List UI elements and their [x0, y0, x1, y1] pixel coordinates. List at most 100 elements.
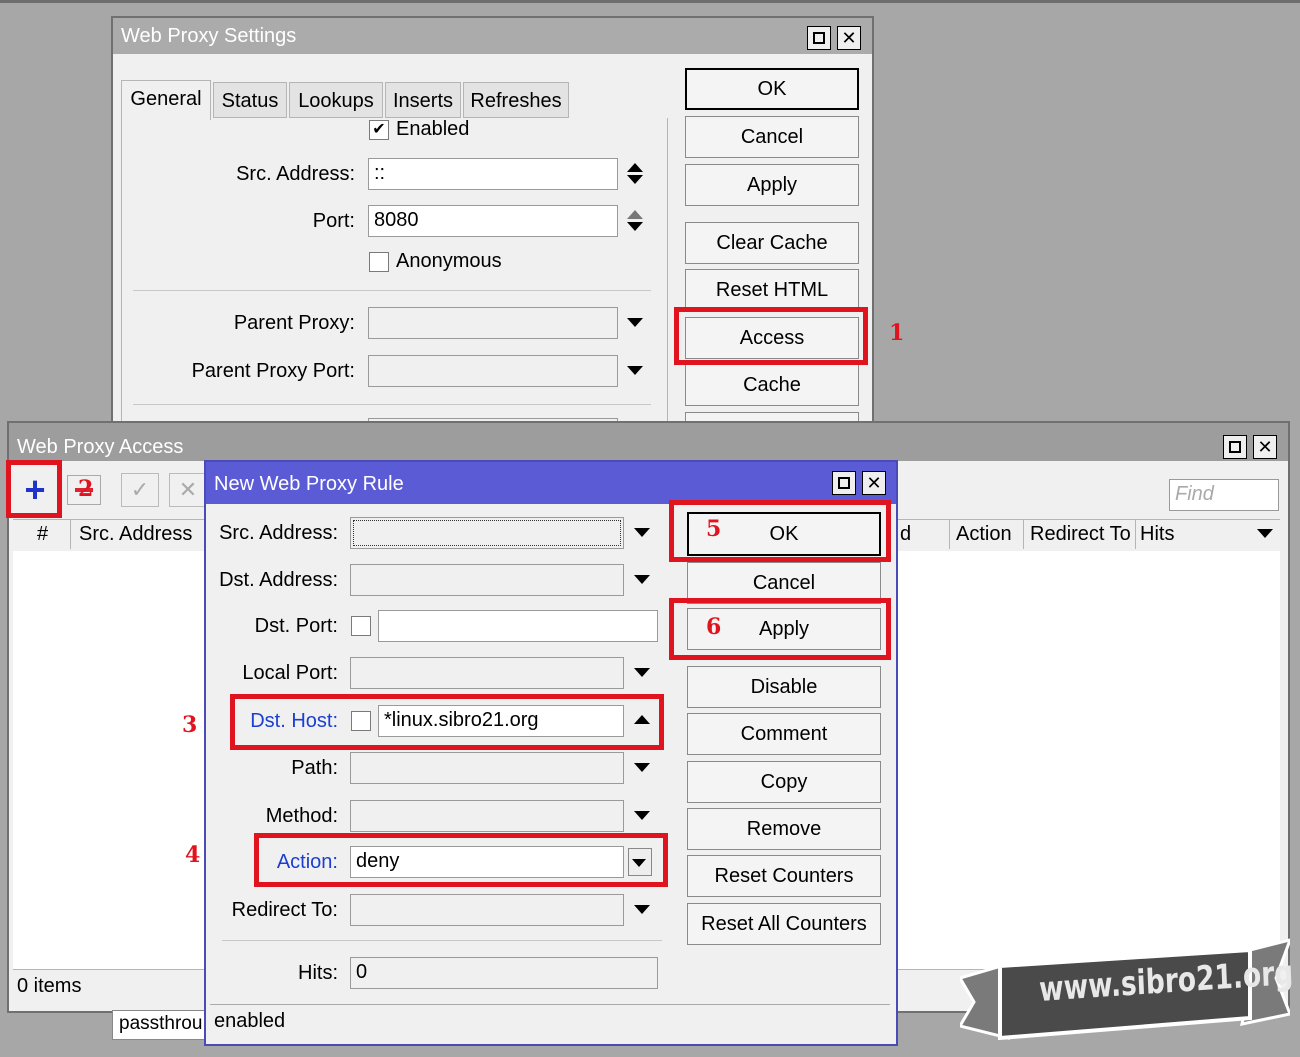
- x-icon: ✕: [178, 477, 198, 502]
- reset-counters-button[interactable]: Reset Counters: [687, 855, 881, 897]
- dropdown-arrow-icon[interactable]: [634, 763, 650, 772]
- watermark-logo: www.sibro21.org: [957, 937, 1294, 1048]
- annotation-3: 3: [182, 712, 198, 738]
- src-address-label: Src. Address:: [219, 522, 338, 544]
- path-label: Path:: [291, 757, 338, 779]
- highlight-ok: [669, 500, 891, 562]
- local-port-input[interactable]: [350, 657, 624, 689]
- divider: [133, 404, 651, 405]
- check-icon: ✓: [130, 477, 150, 502]
- annotation-1: 1: [889, 320, 905, 346]
- dst-port-input[interactable]: [378, 610, 658, 642]
- dropdown-arrow-icon[interactable]: [634, 528, 650, 537]
- apply-button[interactable]: Apply: [685, 164, 859, 206]
- anonymous-checkbox[interactable]: [369, 252, 389, 272]
- highlight-access: [674, 307, 868, 365]
- close-icon: ✕: [866, 473, 882, 493]
- cache-button[interactable]: Cache: [685, 364, 859, 406]
- column-header-action[interactable]: Action: [952, 519, 1024, 549]
- column-header-partial[interactable]: d: [896, 519, 950, 549]
- src-address-label: Src. Address:: [236, 163, 355, 185]
- dropdown-arrow-icon[interactable]: [634, 668, 650, 677]
- access-title: Web Proxy Access: [17, 436, 184, 458]
- annotation-2: 2: [78, 476, 94, 502]
- spin-down-icon[interactable]: [627, 175, 643, 184]
- rule-status: enabled: [214, 1010, 286, 1032]
- highlight-action: [254, 833, 668, 887]
- enable-button[interactable]: ✓: [121, 473, 159, 507]
- reset-html-button[interactable]: Reset HTML: [685, 269, 859, 311]
- close-button[interactable]: ✕: [862, 471, 886, 495]
- dropdown-arrow-icon[interactable]: [634, 575, 650, 584]
- tab-refreshes[interactable]: Refreshes: [463, 82, 569, 118]
- rule-title: New Web Proxy Rule: [214, 473, 404, 495]
- access-titlebar: Web Proxy Access: [9, 423, 1288, 461]
- src-address-input[interactable]: [350, 517, 624, 549]
- web-proxy-settings-window: Web Proxy Settings ✕ General Status Look…: [111, 16, 874, 442]
- dropdown-arrow-icon[interactable]: [634, 905, 650, 914]
- column-header-hits[interactable]: Hits: [1136, 519, 1246, 549]
- column-header-redirect-to[interactable]: Redirect To: [1026, 519, 1136, 549]
- maximize-button[interactable]: [1223, 435, 1247, 459]
- close-button[interactable]: ✕: [1253, 435, 1277, 459]
- highlight-apply: [669, 598, 891, 660]
- dst-address-input[interactable]: [350, 564, 624, 596]
- enabled-label: Enabled: [396, 118, 470, 140]
- port-spin-down-icon[interactable]: [627, 222, 643, 231]
- column-header-number[interactable]: #: [15, 519, 71, 549]
- path-input[interactable]: [350, 752, 624, 784]
- port-label: Port:: [312, 210, 355, 232]
- column-header-src-address[interactable]: Src. Address: [75, 519, 205, 549]
- method-input[interactable]: [350, 800, 624, 832]
- items-count: 0 items: [17, 975, 82, 997]
- tab-lookups[interactable]: Lookups: [289, 82, 383, 118]
- redirect-to-label: Redirect To:: [231, 899, 338, 921]
- reset-all-counters-button[interactable]: Reset All Counters: [687, 903, 881, 945]
- divider: [133, 290, 651, 291]
- anonymous-label: Anonymous: [396, 250, 502, 272]
- close-icon: ✕: [841, 28, 857, 48]
- cancel-button[interactable]: Cancel: [685, 116, 859, 158]
- spin-up-icon[interactable]: [627, 163, 643, 172]
- enabled-checkbox[interactable]: ✔: [369, 120, 389, 140]
- parent-proxy-port-label: Parent Proxy Port:: [191, 360, 355, 382]
- maximize-button[interactable]: [807, 26, 831, 50]
- copy-button[interactable]: Copy: [687, 761, 881, 803]
- dropdown-arrow-icon[interactable]: [627, 318, 643, 327]
- parent-proxy-port-input[interactable]: [368, 355, 618, 387]
- find-input[interactable]: Find: [1169, 479, 1279, 511]
- tab-general[interactable]: General: [121, 80, 211, 120]
- screen-border: [0, 0, 1300, 3]
- status-divider: [210, 1004, 890, 1005]
- parent-proxy-input[interactable]: [368, 307, 618, 339]
- column-menu-icon[interactable]: [1257, 529, 1273, 538]
- dst-address-label: Dst. Address:: [219, 569, 338, 591]
- port-input[interactable]: 8080: [368, 205, 618, 237]
- divider: [222, 940, 662, 941]
- dst-port-label: Dst. Port:: [254, 615, 338, 637]
- clear-cache-button[interactable]: Clear Cache: [685, 222, 859, 264]
- annotation-6: 6: [706, 614, 722, 640]
- parent-proxy-label: Parent Proxy:: [233, 312, 355, 334]
- dropdown-arrow-icon[interactable]: [627, 366, 643, 375]
- hits-label: Hits:: [298, 962, 338, 984]
- disable-button[interactable]: ✕: [169, 473, 207, 507]
- dst-port-negate-checkbox[interactable]: [351, 616, 371, 636]
- disable-button[interactable]: Disable: [687, 666, 881, 708]
- redirect-to-input[interactable]: [350, 894, 624, 926]
- maximize-button[interactable]: [832, 471, 856, 495]
- maximize-icon: [813, 32, 825, 44]
- tab-inserts[interactable]: Inserts: [385, 82, 461, 118]
- maximize-icon: [838, 477, 850, 489]
- dropdown-arrow-icon[interactable]: [634, 811, 650, 820]
- comment-button[interactable]: Comment: [687, 713, 881, 755]
- tab-status[interactable]: Status: [213, 82, 287, 118]
- highlight-add: [6, 460, 62, 518]
- close-button[interactable]: ✕: [837, 26, 861, 50]
- remove-button[interactable]: Remove: [687, 808, 881, 850]
- highlight-dst-host: [230, 694, 664, 750]
- port-spin-up-icon[interactable]: [627, 210, 643, 219]
- method-label: Method:: [265, 805, 338, 827]
- src-address-input[interactable]: ::: [368, 158, 618, 190]
- ok-button[interactable]: OK: [685, 68, 859, 110]
